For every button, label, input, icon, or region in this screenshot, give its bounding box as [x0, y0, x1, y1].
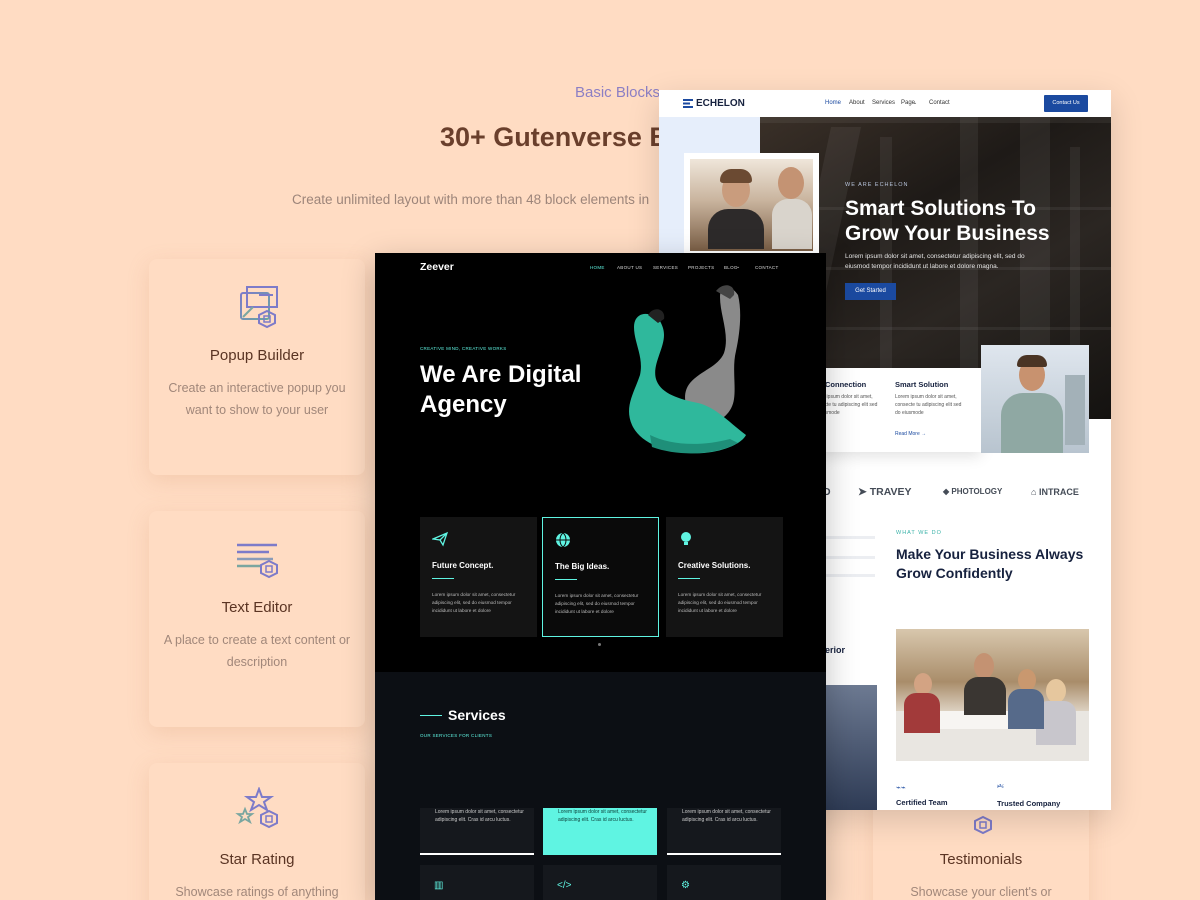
- partner-logo-travey: ➤ TRAVEY: [858, 486, 912, 498]
- card-description: Lorem ipsum dolor sit amet, consectetur …: [432, 592, 516, 613]
- send-icon: ➤: [858, 486, 870, 498]
- stat-certified-team: ⌁⌁ Certified Team: [896, 783, 948, 807]
- feature-card-text-editor[interactable]: Text Editor A place to create a text con…: [149, 511, 365, 727]
- chart-icon: ▥: [434, 880, 444, 891]
- hero-portrait-photo: [684, 153, 819, 257]
- section-eyebrow: WHAT WE DO: [896, 530, 942, 536]
- contact-us-button[interactable]: Contact Us: [1044, 95, 1088, 112]
- card-title: Future Concept.: [432, 561, 494, 570]
- service-card[interactable]: ⚙: [667, 865, 781, 900]
- get-started-button[interactable]: Get Started: [845, 283, 896, 300]
- card-description: Lorem ipsum dolor sit amet, consectetur …: [555, 593, 639, 614]
- feature-title: Text Editor: [221, 599, 293, 616]
- hero-tagline: CREATIVE MIND, CREATIVE WORKS: [420, 346, 507, 351]
- settings-icon: ⚙: [681, 880, 690, 891]
- lightbulb-icon: [681, 532, 691, 545]
- home-icon: ⌂: [1031, 487, 1039, 497]
- divider: [825, 574, 875, 577]
- services-section: Services OUR SERVICES FOR CLIENTS Lorem …: [375, 672, 826, 900]
- zeever-template-preview[interactable]: Zeever HOME ABOUT US SERVICES PROJECTS B…: [375, 253, 826, 900]
- partner-logo-photology: ◆ PHOTOLOGY: [943, 487, 1003, 496]
- card-underline: [432, 578, 454, 579]
- section-headline: Make Your Business Always Grow Confident…: [896, 546, 1084, 581]
- stat-trusted-company: ⎃ Trusted Company: [997, 783, 1061, 808]
- card-title: Connection: [825, 380, 867, 389]
- chevron-down-icon: ⌄: [913, 100, 918, 106]
- service-card[interactable]: </>: [543, 865, 657, 900]
- smiling-man-photo: [981, 345, 1089, 453]
- feature-card-popup-builder[interactable]: Popup Builder Create an interactive popu…: [149, 259, 365, 475]
- card-title: Smart Solution: [895, 380, 949, 389]
- feature-description: A place to create a text content or desc…: [163, 633, 351, 669]
- hero-headline: We Are Digital Agency: [420, 361, 582, 418]
- globe-icon: [556, 532, 570, 548]
- meeting-photo: [896, 629, 1089, 761]
- card-title: Creative Solutions.: [678, 561, 751, 570]
- card-title: The Big Ideas.: [555, 562, 610, 571]
- popup-builder-icon: [233, 283, 281, 331]
- hero-paragraph: Lorem ipsum dolor sit amet, consectetur …: [845, 253, 1025, 270]
- hero-headline: Smart Solutions To Grow Your Business: [845, 197, 1050, 245]
- nav-services[interactable]: Services: [872, 100, 895, 106]
- card-description: Lorem ipsum dolor sit amet, consecte tu …: [895, 394, 962, 416]
- feature-card-active: The Big Ideas. Lorem ipsum dolor sit ame…: [542, 517, 659, 637]
- echelon-logo[interactable]: ECHELON: [696, 98, 745, 109]
- card-underline: [555, 579, 577, 580]
- team-icon: ⌁⌁: [896, 783, 906, 792]
- feature-description: Showcase your client's or: [910, 885, 1052, 899]
- chevron-down-icon: ⌄: [736, 264, 741, 270]
- card-description: Lorem ipsum dolor sit amet, consectetur …: [678, 592, 762, 613]
- service-card-highlighted[interactable]: Lorem ipsum dolor sit amet, consectetur …: [543, 808, 657, 855]
- feature-description: Showcase ratings of anything: [175, 885, 339, 899]
- section-title: 30+ Gutenverse B: [440, 122, 669, 152]
- nav-services[interactable]: SERVICES: [653, 265, 678, 270]
- section-eyebrow: Basic Blocks: [575, 84, 661, 101]
- nav-about[interactable]: About: [849, 100, 865, 106]
- service-card[interactable]: Lorem ipsum dolor sit amet, consectetur …: [420, 808, 534, 855]
- handshake-icon: ⎃: [997, 783, 1004, 792]
- read-more-link[interactable]: Read More →: [895, 431, 926, 437]
- divider: [825, 556, 875, 559]
- nav-projects[interactable]: PROJECTS: [688, 265, 714, 270]
- nav-about[interactable]: ABOUT US: [617, 265, 642, 270]
- zeever-logo[interactable]: Zeever: [420, 261, 454, 273]
- text-editor-icon: [233, 535, 281, 583]
- nav-home[interactable]: HOME: [590, 265, 605, 270]
- nav-contact[interactable]: CONTACT: [755, 265, 779, 270]
- nav-home[interactable]: Home: [825, 100, 841, 106]
- star-rating-icon: [233, 786, 281, 835]
- echelon-navbar: ECHELON Home About Services Page ⌄ Conta…: [659, 90, 1111, 117]
- feature-title: Testimonials: [939, 851, 1023, 868]
- code-icon: </>: [557, 880, 572, 891]
- hero-eyebrow: WE ARE ECHELON: [845, 182, 909, 188]
- partner-logo-intrace: ⌂ INTRACE: [1031, 487, 1079, 497]
- section-subtitle: Create unlimited layout with more than 4…: [292, 192, 650, 207]
- service-card[interactable]: ▥: [420, 865, 534, 900]
- feature-card: Creative Solutions. Lorem ipsum dolor si…: [666, 517, 783, 637]
- nav-contact[interactable]: Contact: [929, 100, 950, 106]
- feature-info-card: Connection Lorem ipsum dolor sit amet, c…: [811, 368, 981, 452]
- feature-title: Popup Builder: [209, 347, 305, 364]
- services-title: Services: [448, 707, 506, 723]
- services-subtitle: OUR SERVICES FOR CLIENTS: [420, 733, 493, 738]
- service-card[interactable]: Lorem ipsum dolor sit amet, consectetur …: [667, 808, 781, 855]
- feature-description: Create an interactive popup you want to …: [168, 381, 346, 417]
- divider: [825, 536, 875, 539]
- carousel-dot[interactable]: [598, 643, 601, 646]
- team-photo-fragment: [825, 685, 877, 810]
- echelon-logo-icon: [683, 99, 693, 108]
- paper-plane-icon: [432, 531, 448, 547]
- title-accent-line: [420, 715, 442, 716]
- feature-title: Star Rating: [219, 851, 295, 868]
- flamingo-image: [629, 285, 746, 454]
- card-underline: [678, 578, 700, 579]
- feature-card: Future Concept. Lorem ipsum dolor sit am…: [420, 517, 537, 637]
- feature-card-star-rating[interactable]: Star Rating Showcase ratings of anything: [149, 763, 365, 900]
- service-title-fragment: erior: [825, 645, 846, 655]
